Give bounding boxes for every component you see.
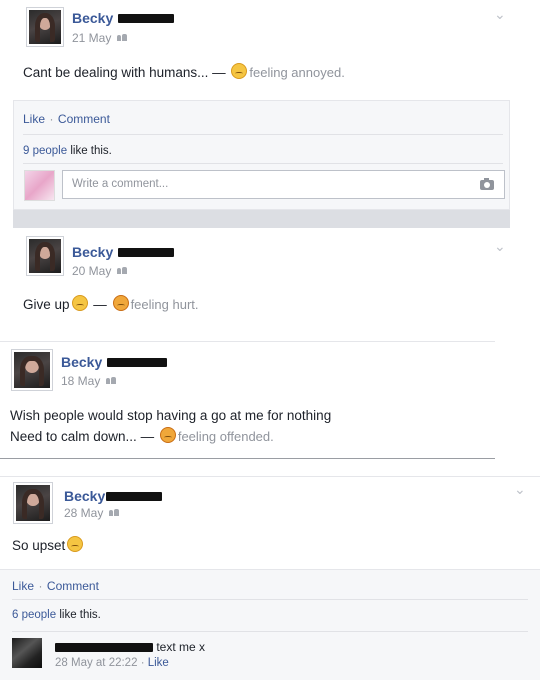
avatar[interactable] — [26, 236, 64, 276]
friends-icon[interactable] — [117, 267, 128, 275]
likes-count-link[interactable]: 6 people — [12, 609, 56, 621]
likes-count-link[interactable]: 9 people — [23, 145, 67, 157]
chevron-down-icon[interactable]: ⌄ — [494, 238, 506, 255]
post-date[interactable]: 20 May — [72, 264, 111, 278]
dash: — — [93, 297, 107, 312]
like-link[interactable]: Like — [23, 112, 45, 126]
comment-like-link[interactable]: Like — [148, 657, 169, 669]
feeling-text: feeling annoyed. — [249, 65, 345, 80]
likes-text: like this. — [70, 145, 112, 157]
post-date[interactable]: 21 May — [72, 31, 111, 45]
sad-emoji-icon — [71, 295, 88, 311]
comment-link[interactable]: Comment — [47, 579, 99, 593]
post-date[interactable]: 28 May — [64, 506, 103, 520]
camera-icon[interactable] — [480, 178, 494, 190]
post-card-4: Becky 28 May ⌄ So upset Like · Comment 6… — [0, 477, 540, 680]
post-message: Give up — [23, 297, 70, 312]
avatar[interactable] — [13, 482, 53, 524]
annoyed-emoji-icon — [231, 63, 248, 79]
feed-gap — [13, 210, 510, 228]
post-message-line-2: Need to calm down... — — [10, 429, 155, 444]
divider — [0, 458, 495, 459]
separator: · — [140, 657, 145, 669]
friends-icon[interactable] — [117, 34, 128, 42]
comment-placeholder: Write a comment... — [72, 178, 169, 190]
separator: · — [38, 579, 43, 593]
redacted-surname — [117, 248, 174, 257]
feeling-text: feeling hurt. — [130, 297, 199, 312]
sad-emoji-icon — [67, 536, 84, 552]
comment-date[interactable]: 28 May at 22:22 — [55, 657, 137, 669]
feeling-text: feeling offended. — [177, 429, 274, 444]
comment-input[interactable]: Write a comment... — [62, 170, 505, 199]
hurt-emoji-icon — [112, 295, 129, 311]
divider — [23, 163, 503, 164]
separator: · — [49, 112, 54, 126]
post-card-1: Becky 21 May ⌄ Cant be dealing with huma… — [0, 0, 540, 228]
avatar[interactable] — [26, 7, 64, 47]
post-card-3: Becky 18 May Wish people would stop havi… — [0, 342, 540, 460]
divider — [23, 134, 503, 135]
avatar[interactable] — [11, 349, 53, 391]
redacted-surname — [106, 358, 167, 367]
comment-text: text me x — [156, 640, 206, 654]
divider — [12, 599, 528, 600]
like-link[interactable]: Like — [12, 579, 34, 593]
chevron-down-icon[interactable]: ⌄ — [514, 481, 526, 498]
redacted-surname — [117, 14, 174, 23]
commenter-avatar[interactable] — [24, 170, 55, 201]
post-message: So upset — [12, 538, 66, 553]
commenter-avatar[interactable] — [12, 638, 42, 668]
friends-icon[interactable] — [106, 377, 117, 385]
post-card-2: Becky 20 May ⌄ Give up — feeling hurt. — [0, 228, 540, 338]
author-name[interactable]: Becky — [64, 488, 105, 504]
author-name[interactable]: Becky — [72, 10, 113, 26]
author-name[interactable]: Becky — [72, 244, 113, 260]
offended-emoji-icon — [159, 427, 176, 443]
post-date[interactable]: 18 May — [61, 374, 100, 388]
comment-link[interactable]: Comment — [58, 112, 110, 126]
chevron-down-icon[interactable]: ⌄ — [494, 6, 506, 23]
author-name[interactable]: Becky — [61, 354, 102, 370]
friends-icon[interactable] — [109, 509, 120, 517]
post-message-line-1: Wish people would stop having a go at me… — [10, 408, 332, 423]
divider — [12, 631, 528, 632]
post-message: Cant be dealing with humans... — — [23, 65, 226, 80]
likes-text: like this. — [59, 609, 101, 621]
redacted-surname — [105, 492, 162, 501]
redacted-commenter-name[interactable] — [55, 643, 153, 653]
